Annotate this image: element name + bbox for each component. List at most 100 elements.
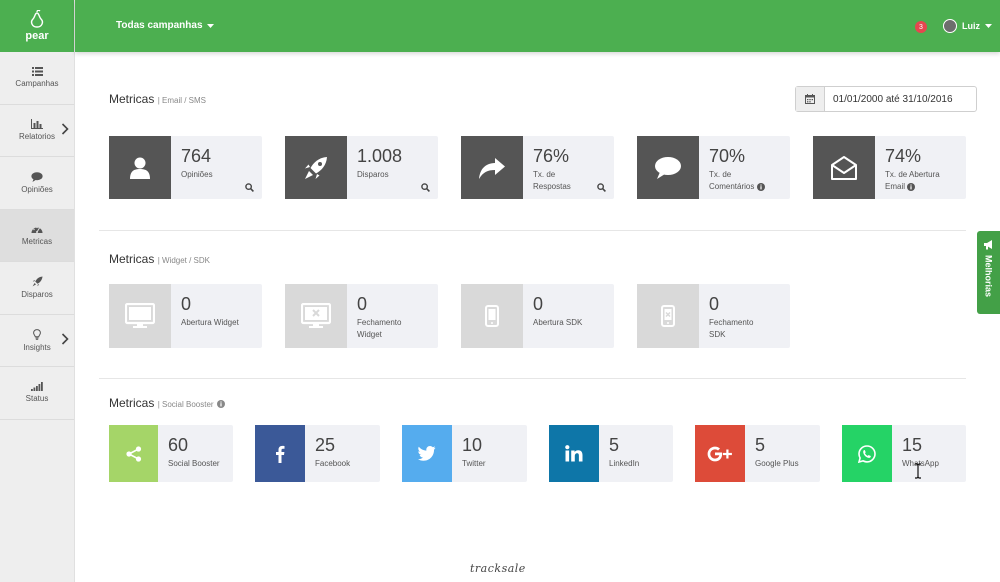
metric-value: 10 [462, 435, 483, 455]
user-name: Luiz [962, 21, 980, 31]
notification-badge[interactable]: 3 [915, 21, 927, 33]
user-icon [130, 157, 150, 179]
feedback-tab[interactable]: Melhorias [977, 231, 1000, 314]
chevron-right-icon[interactable] [61, 122, 69, 135]
sidebar-item-opinioes[interactable]: Opiniões [0, 157, 74, 210]
metric-card-tx-abertura-email[interactable]: 74% Tx. de Abertura Email [813, 136, 966, 199]
metric-card-opinioes[interactable]: 764 Opiniões [109, 136, 262, 199]
chevron-right-icon[interactable] [61, 332, 69, 345]
metric-label-line1: Fechamento [357, 318, 402, 327]
sidebar-item-metricas[interactable]: Metricas [0, 209, 74, 262]
card-icon-box [461, 136, 523, 199]
caret-down-icon [985, 24, 992, 28]
card-icon-box [285, 136, 347, 199]
metric-card-fechamento-sdk[interactable]: 0 Fechamento SDK [637, 284, 790, 348]
section-title-email: Metricas | Email / SMS [109, 92, 206, 106]
section-title-text: Metricas [109, 92, 155, 106]
mobile-close-icon [661, 305, 675, 327]
social-card-twitter[interactable]: 10 Twitter [402, 425, 527, 482]
metric-value: 0 [357, 294, 368, 314]
card-info: 10 Twitter [452, 425, 527, 482]
share-arrow-icon [479, 157, 505, 179]
card-info: 74% Tx. de Abertura Email [875, 136, 966, 199]
metric-label: Opiniões [181, 170, 213, 179]
brand-logo[interactable]: pear [0, 0, 74, 52]
calendar-button[interactable] [796, 87, 825, 111]
social-card-whatsapp[interactable]: 15 WhatsApp [842, 425, 966, 482]
social-card-facebook[interactable]: 25 Facebook [255, 425, 380, 482]
metric-value: 5 [609, 435, 620, 455]
sidebar-item-campanhas[interactable]: Campanhas [0, 52, 74, 105]
social-card-social-booster[interactable]: 60 Social Booster [109, 425, 233, 482]
sidebar-item-label: Status [25, 394, 49, 404]
monitor-close-icon [301, 303, 331, 328]
metric-label-line1: Tx. de Abertura [885, 170, 940, 179]
section-subtitle: | Widget / SDK [157, 256, 211, 265]
metric-value: 1.008 [357, 146, 403, 166]
magnifier-icon[interactable] [597, 183, 606, 192]
speech-bubble-icon [655, 156, 681, 179]
metric-card-abertura-sdk[interactable]: 0 Abertura SDK [461, 284, 614, 348]
date-range-value[interactable]: 01/01/2000 até 31/10/2016 [825, 87, 976, 111]
section-title-text: Metricas [109, 396, 155, 410]
card-icon-box [255, 425, 305, 482]
card-info: 5 LinkedIn [599, 425, 673, 482]
card-info: 0 Abertura SDK [523, 284, 614, 348]
card-icon-box [109, 425, 158, 482]
rocket-icon [305, 156, 327, 179]
section-subtitle: | Email / SMS [157, 96, 206, 105]
metric-value: 0 [533, 294, 544, 314]
metric-card-abertura-widget[interactable]: 0 Abertura Widget [109, 284, 262, 348]
metric-label-line1: Tx. de [709, 170, 732, 179]
metric-label-line2: SDK [709, 330, 726, 339]
magnifier-icon[interactable] [421, 183, 430, 192]
user-menu[interactable]: Luiz [943, 19, 992, 33]
metric-card-fechamento-widget[interactable]: 0 Fechamento Widget [285, 284, 438, 348]
date-range-picker[interactable]: 01/01/2000 até 31/10/2016 [795, 86, 977, 112]
sidebar-item-label: Insights [23, 342, 51, 352]
top-bar: Todas campanhas 3 Luiz [75, 0, 1000, 52]
social-card-linkedin[interactable]: 5 LinkedIn [549, 425, 673, 482]
metric-card-tx-comentarios[interactable]: 70% Tx. de Comentários [637, 136, 790, 199]
metric-label: Tx. de Comentários [709, 169, 790, 193]
sidebar-item-insights[interactable]: Insights [0, 315, 74, 367]
metric-label: Tx. de Abertura Email [885, 169, 966, 193]
social-card-google-plus[interactable]: 5 Google Plus [695, 425, 820, 482]
section-title-widget: Metricas | Widget / SDK [109, 252, 210, 266]
info-icon[interactable] [907, 182, 916, 191]
whatsapp-icon [858, 444, 876, 463]
metric-label: Facebook [315, 459, 351, 468]
sidebar: pear Campanhas Relatorios Opiniões Metri… [0, 0, 75, 582]
footer-logo: tracksale [470, 562, 526, 575]
card-info: 60 Social Booster [158, 425, 233, 482]
metric-card-disparos[interactable]: 1.008 Disparos [285, 136, 438, 199]
card-info: 1.008 Disparos [347, 136, 438, 199]
campaign-selector[interactable]: Todas campanhas [116, 20, 214, 31]
brand-name: pear [25, 30, 49, 42]
card-icon-box [813, 136, 875, 199]
magnifier-icon[interactable] [245, 183, 254, 192]
lightbulb-icon [33, 328, 41, 340]
sidebar-item-label: Campanhas [15, 79, 59, 89]
card-info: 0 Abertura Widget [171, 284, 262, 348]
linkedin-icon [565, 445, 583, 462]
card-icon-box [285, 284, 347, 348]
sidebar-item-status[interactable]: Status [0, 367, 74, 420]
google-plus-icon [707, 446, 732, 461]
card-icon-box [402, 425, 452, 482]
metric-card-tx-respostas[interactable]: 76% Tx. de Respostas [461, 136, 614, 199]
info-icon[interactable] [216, 399, 225, 408]
card-info: 70% Tx. de Comentários [699, 136, 790, 199]
metric-value: 15 [902, 435, 923, 455]
metric-label: Fechamento Widget [357, 317, 438, 341]
open-envelope-icon [831, 155, 857, 180]
twitter-icon [418, 446, 436, 461]
sidebar-item-label: Metricas [21, 237, 53, 247]
metric-label-line2: Comentários [709, 182, 755, 191]
sidebar-item-label: Relatorios [18, 132, 55, 142]
metric-label-line2: Widget [357, 330, 382, 339]
info-icon[interactable] [756, 182, 765, 191]
sidebar-item-relatorios[interactable]: Relatorios [0, 105, 74, 157]
metric-value: 0 [709, 294, 720, 314]
sidebar-item-disparos[interactable]: Disparos [0, 262, 74, 315]
